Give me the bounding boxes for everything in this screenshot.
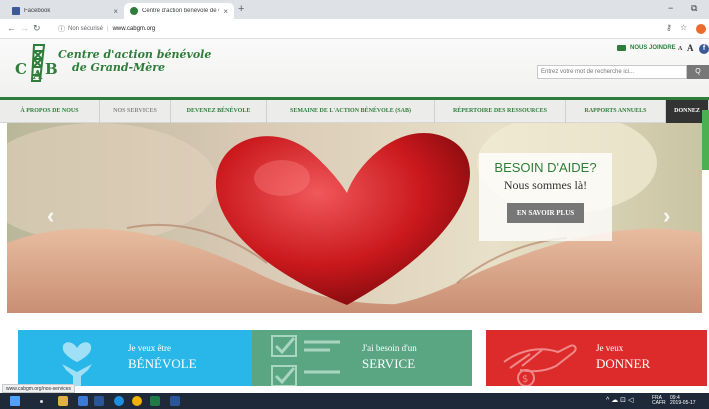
info-icon[interactable]: ⓘ (58, 24, 65, 34)
card-caption: Je veux être (128, 343, 171, 353)
security-label: Non sécurisé (68, 26, 104, 32)
tab-title: Facebook (24, 8, 51, 14)
separator: | (107, 26, 109, 32)
search-input[interactable]: Entrez votre mot de recherche ici... (537, 65, 687, 79)
donate-card[interactable]: $ Je veux DONNER (486, 330, 707, 386)
windows-start-icon[interactable] (10, 396, 20, 406)
hero-next-arrow-icon[interactable]: › (663, 203, 670, 229)
logo-title-line1: Centre d'action bénévole (58, 48, 212, 61)
browser-tab-facebook[interactable]: Facebook × (6, 3, 124, 19)
excel-icon[interactable] (150, 396, 160, 406)
nav-item-devenez-benevole[interactable]: DEVENEZ BÉNÉVOLE (171, 100, 267, 123)
facebook-icon[interactable]: f (699, 44, 709, 54)
nav-item-a-propos[interactable]: À PROPOS DE NOUS (0, 100, 100, 123)
cab-favicon-icon (130, 7, 138, 15)
word-doc-icon[interactable] (170, 396, 180, 406)
browser-tab-strip: Facebook × Centre d'action bénévole de G… (0, 0, 709, 19)
logo-title-line2: de Grand-Mère (72, 61, 166, 74)
forward-arrow-icon[interactable]: → (20, 23, 29, 33)
svg-text:$: $ (522, 374, 528, 385)
edge-icon[interactable] (114, 396, 124, 406)
nav-item-rapports[interactable]: RAPPORTS ANNUELS (566, 100, 666, 123)
tray-icons[interactable]: ^ ☁ ⊡ ◁ (606, 397, 633, 404)
card-title: SERVICE (362, 356, 416, 371)
restore-icon[interactable]: ⧉ (691, 3, 697, 14)
card-title: DONNER (596, 356, 651, 371)
svg-text:A: A (32, 68, 43, 82)
close-tab-icon[interactable]: × (113, 7, 118, 16)
cab-logo-icon[interactable]: C B A (14, 41, 62, 85)
minimize-icon[interactable]: − (668, 3, 673, 13)
contact-label: NOUS JOINDRE (630, 45, 676, 51)
volunteer-card[interactable]: Je veux être BÉNÉVOLE (18, 330, 267, 386)
tab-title: Centre d'action bénévole de Gra (142, 8, 219, 14)
key-icon[interactable]: ⚷ (666, 23, 672, 32)
hero-slider: ‹ › BESOIN D'AIDE? Nous sommes là! EN SA… (7, 123, 702, 313)
nav-item-sab[interactable]: SEMAINE DE L'ACTION BÉNÉVOLE (SAB) (267, 100, 435, 123)
hero-subtitle: Nous sommes là! (503, 178, 588, 192)
donate-hand-coin-icon: $ (503, 344, 577, 386)
new-tab-button[interactable]: + (238, 3, 244, 15)
svg-text:C: C (15, 60, 27, 78)
link-status-url: www.cabgm.org/nos-services (2, 384, 76, 393)
word-icon[interactable] (94, 396, 104, 406)
service-card[interactable]: J'ai besoin d'un SERVICE (252, 330, 472, 386)
nav-item-services[interactable]: NOS SERVICES (100, 100, 171, 123)
browser-tab-cabgm[interactable]: Centre d'action bénévole de Gra × (124, 3, 234, 19)
site-header: C B A Centre d'action bénévole de Grand-… (0, 39, 709, 97)
hero-prev-arrow-icon[interactable]: ‹ (47, 203, 54, 229)
svg-text:B: B (45, 60, 58, 78)
font-size-large-button[interactable]: A (687, 43, 694, 53)
url-text[interactable]: www.cabgm.org (113, 26, 156, 32)
font-size-small-button[interactable]: A (678, 46, 682, 52)
card-caption: J'ai besoin d'un (362, 343, 417, 353)
main-navigation: À PROPOS DE NOUS NOS SERVICES DEVENEZ BÉ… (0, 97, 709, 123)
nav-item-repertoire[interactable]: RÉPERTOIRE DES RESSOURCES (435, 100, 566, 123)
search-icon: Q (695, 68, 701, 75)
clock-date: 2019-05-17 (670, 400, 696, 406)
chrome-icon[interactable] (132, 396, 142, 406)
star-icon[interactable]: ☆ (680, 23, 687, 32)
checklist-icon (271, 335, 340, 386)
hero-title: BESOIN D'AIDE? (494, 160, 597, 175)
browser-address-bar: ← → ↻ ⓘ Non sécurisé | www.cabgm.org ⚷ ☆ (0, 19, 709, 39)
back-arrow-icon[interactable]: ← (7, 23, 16, 33)
region-code: CAFR (652, 400, 666, 406)
extension-icon[interactable] (696, 24, 706, 34)
reload-icon[interactable]: ↻ (33, 23, 41, 34)
omnibox[interactable]: ⓘ Non sécurisé | www.cabgm.org (58, 22, 155, 36)
card-caption: Je veux (596, 343, 624, 353)
envelope-icon (617, 45, 626, 51)
task-view-icon[interactable] (40, 400, 43, 403)
side-feedback-tab[interactable] (702, 110, 709, 170)
language-indicator[interactable]: FRA CAFR (652, 396, 666, 406)
taskbar: ^ ☁ ⊡ ◁ FRA CAFR 09:4 2019-05-17 (0, 393, 709, 409)
file-explorer-icon[interactable] (58, 396, 68, 406)
hero-callout: BESOIN D'AIDE? Nous sommes là! EN SAVOIR… (479, 153, 612, 241)
volunteer-person-icon (62, 342, 92, 386)
card-title: BÉNÉVOLE (128, 356, 197, 371)
learn-more-button[interactable]: EN SAVOIR PLUS (506, 203, 585, 223)
search-button[interactable]: Q (687, 65, 709, 79)
store-icon[interactable] (78, 396, 88, 406)
facebook-favicon-icon (12, 7, 20, 15)
close-tab-icon[interactable]: × (223, 7, 228, 16)
clock[interactable]: 09:4 2019-05-17 (670, 396, 696, 406)
contact-link[interactable]: NOUS JOINDRE (617, 45, 676, 51)
